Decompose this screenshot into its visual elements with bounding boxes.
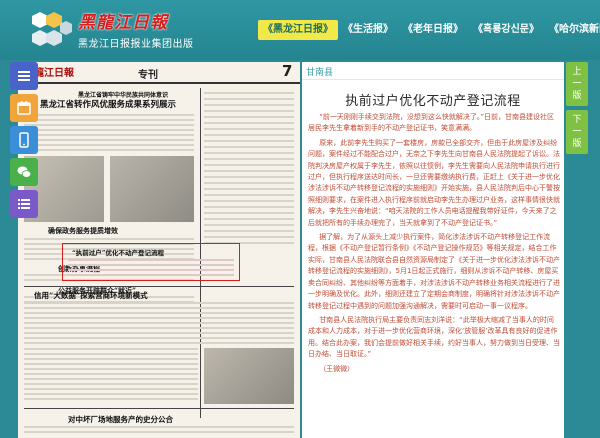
mobile-button[interactable]	[10, 126, 38, 154]
list-icon	[18, 199, 30, 209]
logo-cubes-icon	[32, 12, 72, 46]
paper-photo-3	[204, 348, 294, 404]
page-nav: 上 一 版 下 一 版	[566, 62, 588, 154]
calendar-button[interactable]	[10, 94, 38, 122]
brand-title: 黑龍江日報	[78, 13, 168, 33]
paper-headline-7[interactable]: 信用“大数据”探索营商环境新模式	[34, 290, 148, 301]
article-body: “前一天刚刚手续交到法院，没想到这么快就解决了。”日前，甘南县建设社区居民李先生…	[308, 112, 560, 378]
paper-masthead: 黑龍江日報 专刊 7	[18, 62, 300, 84]
menu-icon	[18, 71, 30, 81]
prev-page-button[interactable]: 上 一 版	[566, 62, 588, 106]
newspaper-page[interactable]: 黑龍江日報 专刊 7 黑龙江省铸牢中华民族共同体意识 黑龙江省转作风优服务成果系…	[18, 62, 300, 438]
article-byline: （王微微）	[319, 364, 355, 373]
tab-senior-daily[interactable]: 《老年日报》	[398, 20, 468, 40]
chat-icon	[17, 166, 32, 178]
wechat-button[interactable]	[10, 158, 38, 186]
paper-headline-series[interactable]: 黑龙江省转作风优服务成果系列展示	[40, 98, 176, 110]
article-paragraph: “前一天刚刚手续交到法院，没想到这么快就解决了。”日前，甘南县建设社区居民李先生…	[308, 113, 554, 133]
site-header: 黑龍江日報 黑龙江日报报业集团出版 《黑龙江日报》 《生活报》 《老年日报》 《…	[0, 0, 600, 60]
next-page-button[interactable]: 下 一 版	[566, 110, 588, 154]
article-paragraph: 据了解，为了从源头上减少执行案件，简化涉法涉诉不动产转移登记工作流程，根据《不动…	[308, 233, 560, 310]
paper-headline-3[interactable]: 确保政务服务提质增效	[48, 226, 118, 236]
tab-harbin-new-district[interactable]: 《哈尔滨新区报》	[544, 20, 600, 40]
tab-heilongjiang-daily[interactable]: 《黑龙江日报》	[258, 20, 338, 40]
article-section-label: 甘南县	[306, 68, 334, 78]
paper-photo-2	[110, 156, 194, 222]
phone-icon	[19, 132, 29, 148]
brand-subtitle: 黑龙江日报报业集团出版	[78, 39, 194, 50]
paper-headline-9[interactable]: 对中坏厂场地服务产的史分公合	[68, 414, 173, 425]
paper-column-name: 专刊	[138, 70, 158, 81]
article-paragraph: 甘南县人民法院执行局主要负责同志刘洋说：“此举极大缩减了当事人的时间成本和人力成…	[308, 315, 560, 359]
article-panel: 甘南县 执前过户优化不动产登记流程 “前一天刚刚手续交到法院，没想到这么快就解决…	[302, 62, 564, 438]
paper-headline-6[interactable]: “执前过户”优化不动产登记流程	[72, 247, 164, 257]
left-toolbar	[10, 62, 38, 218]
paper-page-number: 7	[282, 62, 293, 80]
list-button[interactable]	[10, 190, 38, 218]
tab-korean-news[interactable]: 《흑룡강신문》	[468, 20, 544, 40]
article-paragraph: 原来，此前李先生购买了一套楼房，房款已全部交齐，但由于此房屋涉及纠纷问题，案件经…	[308, 138, 560, 227]
tab-life-daily[interactable]: 《生活报》	[338, 20, 398, 40]
article-title: 执前过户优化不动产登记流程	[345, 94, 521, 109]
menu-button[interactable]	[10, 62, 38, 90]
newspaper-tabs: 《黑龙江日报》 《生活报》 《老年日报》 《흑룡강신문》 《哈尔滨新区报》	[258, 20, 600, 40]
calendar-icon	[17, 101, 31, 115]
